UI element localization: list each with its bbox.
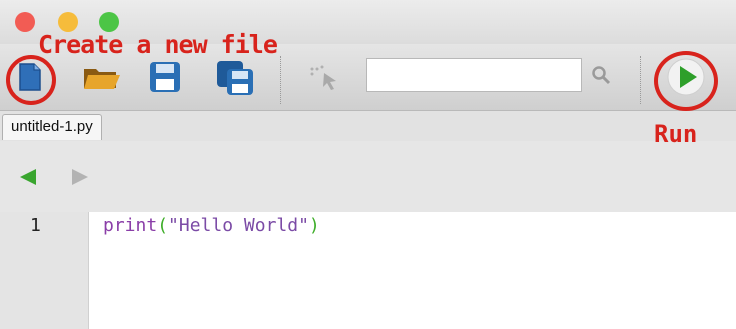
forward-button[interactable] (70, 167, 90, 192)
folder-icon (82, 63, 122, 96)
code-function: print (103, 215, 158, 236)
tab-untitled-1[interactable]: untitled-1.py (2, 114, 102, 140)
save-button[interactable] (146, 60, 184, 98)
back-button[interactable] (18, 167, 38, 192)
open-file-button[interactable] (80, 62, 124, 96)
arrow-right-icon (70, 169, 90, 191)
run-highlight-ring (654, 51, 718, 111)
floppy-icon (148, 60, 182, 99)
maximize-window-button[interactable] (99, 12, 119, 32)
save-all-button[interactable] (214, 60, 256, 100)
annotation-run: Run (654, 120, 698, 148)
line-number: 1 (30, 215, 41, 236)
code-editor[interactable]: 1 print("Hello World") (0, 212, 736, 329)
code-line[interactable]: print("Hello World") (103, 215, 320, 236)
minimize-window-button[interactable] (58, 12, 78, 32)
code-close-paren: ) (308, 215, 320, 236)
editor-tab-bar: untitled-1.py (0, 111, 736, 141)
toolbar-separator (640, 56, 641, 104)
search-input[interactable] (366, 58, 582, 92)
close-window-button[interactable] (15, 12, 35, 32)
arrow-left-icon (18, 169, 38, 191)
floppy-stack-icon (215, 59, 255, 102)
code-open-paren: ( (157, 215, 169, 236)
search-icon (591, 65, 611, 90)
new-file-highlight-ring (6, 55, 56, 105)
line-number-gutter: 1 (0, 212, 89, 329)
search-button[interactable] (588, 64, 614, 90)
navigation-bar (0, 141, 736, 212)
toolbar-separator (280, 56, 281, 104)
code-string: "Hello World" (168, 215, 309, 236)
cursor-icon (306, 63, 342, 96)
annotation-create-new-file: Create a new file (38, 30, 278, 59)
ide-window: Create a new file Run untitled-1.py 1 pr… (0, 0, 736, 329)
select-tool-button[interactable] (302, 62, 346, 96)
